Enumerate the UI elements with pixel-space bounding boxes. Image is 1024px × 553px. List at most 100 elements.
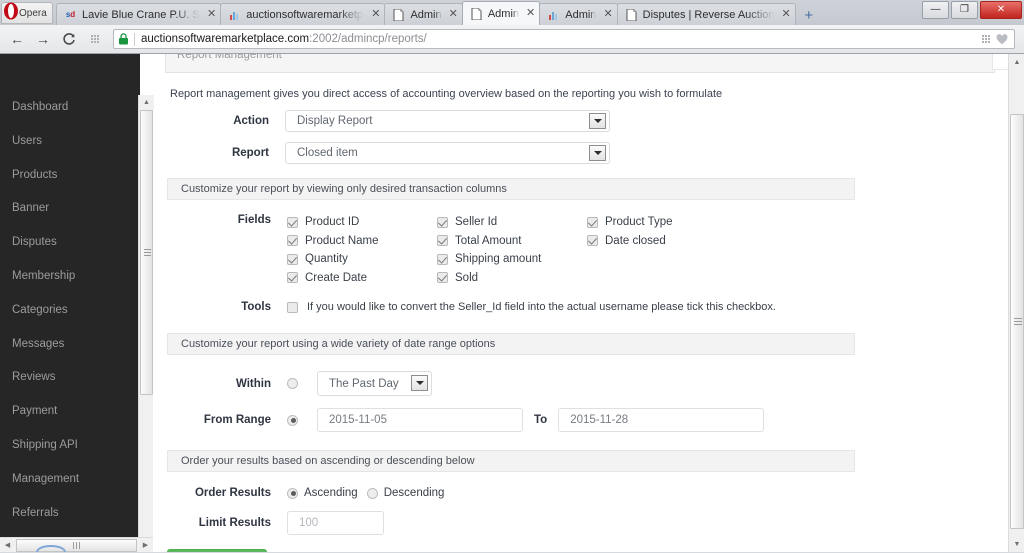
sidebar-item-disputes[interactable]: Disputes xyxy=(0,226,140,260)
sidebar-item-management[interactable]: Management xyxy=(0,463,140,497)
checkbox-date-closed[interactable] xyxy=(587,235,598,246)
radio-descending[interactable] xyxy=(366,487,378,499)
checkbox-product-name[interactable] xyxy=(287,235,298,246)
browser-tab[interactable]: sd Lavie Blue Crane P.U. Sling ✕ xyxy=(56,3,222,25)
chevron-down-icon[interactable] xyxy=(589,145,606,161)
browser-tab[interactable]: auctionsoftwaremarketpla ✕ xyxy=(220,3,386,25)
checkbox-row[interactable]: Quantity xyxy=(287,250,437,268)
sidebar-item-messages[interactable]: Messages xyxy=(0,328,140,362)
from-date-input[interactable]: 2015-11-05 xyxy=(317,408,523,432)
scrollbar-thumb[interactable] xyxy=(140,110,153,395)
browser-tab[interactable]: Admin ✕ xyxy=(539,3,618,25)
checkbox-create-date[interactable] xyxy=(287,272,298,283)
checkbox-row[interactable]: Product Type xyxy=(587,213,737,231)
checkbox-row[interactable]: Date closed xyxy=(587,232,737,250)
browser-tab[interactable]: Disputes | Reverse Auction ✕ xyxy=(616,3,796,25)
minimize-button[interactable]: — xyxy=(922,1,949,19)
sidebar-item-dashboard[interactable]: Dashboard xyxy=(0,91,140,125)
checkbox-row[interactable]: Seller Id xyxy=(437,213,587,231)
scroll-right-icon[interactable]: ▶ xyxy=(138,538,153,553)
sidebar-nav: Dashboard Users Products Banner Disputes… xyxy=(0,54,140,552)
chart-icon xyxy=(547,8,560,21)
tab-title: Admin xyxy=(410,8,442,21)
sidebar-item-shipping-api[interactable]: Shipping API xyxy=(0,429,140,463)
window-controls: — ❐ ✕ xyxy=(922,1,1022,19)
close-icon[interactable]: ✕ xyxy=(449,9,458,20)
maximize-button[interactable]: ❐ xyxy=(951,1,978,19)
speed-dial-icon[interactable] xyxy=(84,28,106,50)
chevron-down-icon[interactable] xyxy=(411,375,428,391)
action-select[interactable]: Display Report xyxy=(285,110,610,132)
sidebar-scrollbar[interactable]: ▲ ▼ xyxy=(138,95,154,552)
sidebar-item-users[interactable]: Users xyxy=(0,125,140,159)
scroll-up-icon[interactable]: ▲ xyxy=(1009,54,1024,70)
heart-icon[interactable] xyxy=(996,33,1008,45)
close-icon[interactable]: ✕ xyxy=(526,8,535,19)
order-results-label: Order Results xyxy=(194,487,271,499)
checkbox-seller-id[interactable] xyxy=(437,216,448,228)
ascending-label: Ascending xyxy=(304,487,358,499)
radio-ascending[interactable] xyxy=(287,487,298,499)
radio-from-range[interactable] xyxy=(287,414,298,426)
sidebar-item-membership[interactable]: Membership xyxy=(0,260,140,294)
sidebar-scroll-area: Dashboard Users Products Banner Disputes… xyxy=(0,54,140,552)
browser-tab[interactable]: Admin ✕ xyxy=(384,3,463,25)
checkbox-sold[interactable] xyxy=(437,272,448,283)
checkbox-total-amount[interactable] xyxy=(437,235,448,246)
report-select[interactable]: Closed item xyxy=(285,142,610,164)
within-label: Within xyxy=(235,377,271,390)
chevron-down-icon[interactable] xyxy=(589,113,606,129)
checkbox-product-type[interactable] xyxy=(587,216,598,228)
tab-title: Admin xyxy=(565,8,597,21)
lock-icon xyxy=(119,33,128,45)
checkbox-row[interactable]: Sold xyxy=(437,269,587,287)
limit-results-input[interactable]: 100 xyxy=(287,511,384,535)
scrollbar-thumb[interactable] xyxy=(1010,114,1024,529)
checkbox-product-id[interactable] xyxy=(287,216,298,228)
horizontal-scrollbar[interactable]: ◀ ▶ xyxy=(0,537,153,552)
scroll-left-icon[interactable]: ◀ xyxy=(0,538,15,553)
checkbox-row[interactable]: Product ID xyxy=(287,213,437,231)
reload-icon[interactable] xyxy=(58,28,80,50)
date-section-header: Customize your report using a wide varie… xyxy=(167,333,855,355)
checkbox-label: Shipping amount xyxy=(455,253,542,265)
grid-icon[interactable] xyxy=(982,34,991,44)
hscrollbar-thumb[interactable] xyxy=(16,538,137,552)
checkbox-quantity[interactable] xyxy=(287,253,298,265)
new-tab-button[interactable]: + xyxy=(798,5,820,25)
sidebar-item-payment[interactable]: Payment xyxy=(0,395,140,429)
sidebar-item-categories[interactable]: Categories xyxy=(0,294,140,328)
back-icon[interactable]: ← xyxy=(6,28,28,50)
close-icon[interactable]: ✕ xyxy=(782,9,791,20)
action-row: Action Display Report xyxy=(165,110,995,132)
close-icon[interactable]: ✕ xyxy=(371,9,380,20)
sidebar-item-products[interactable]: Products xyxy=(0,159,140,193)
checkbox-row[interactable]: Total Amount xyxy=(437,232,587,250)
scroll-up-icon[interactable]: ▲ xyxy=(139,95,154,110)
create-report-button[interactable]: Create Report xyxy=(167,549,268,552)
divider xyxy=(134,32,135,46)
checkbox-convert-seller-id[interactable] xyxy=(287,301,298,313)
omnibox-icons xyxy=(982,33,1010,45)
close-icon[interactable]: ✕ xyxy=(207,9,216,20)
checkbox-shipping-amount[interactable] xyxy=(437,253,448,265)
checkbox-row[interactable]: Create Date xyxy=(287,269,437,287)
close-icon[interactable]: ✕ xyxy=(603,9,612,20)
address-bar[interactable]: auctionsoftwaremarketplace.com :2002/adm… xyxy=(113,29,1015,49)
forward-icon[interactable]: → xyxy=(32,28,54,50)
sidebar-item-referrals[interactable]: Referrals xyxy=(0,497,140,531)
fields-column-3: Product Type Date closed xyxy=(587,213,737,287)
fields-group: Fields Product ID Product Name Quantity … xyxy=(165,213,995,287)
browser-tab-active[interactable]: Admin ✕ xyxy=(461,1,541,25)
to-date-input[interactable]: 2015-11-28 xyxy=(558,408,765,432)
sidebar-item-reviews[interactable]: Reviews xyxy=(0,361,140,395)
radio-within[interactable] xyxy=(287,378,298,389)
close-window-button[interactable]: ✕ xyxy=(980,1,1022,19)
opera-menu-button[interactable]: Opera xyxy=(1,2,53,24)
within-select[interactable]: The Past Day xyxy=(317,371,432,396)
checkbox-row[interactable]: Shipping amount xyxy=(437,250,587,268)
page-scrollbar[interactable]: ▲ ▼ xyxy=(1008,54,1024,552)
checkbox-row[interactable]: Product Name xyxy=(287,232,437,250)
scroll-down-icon[interactable]: ▼ xyxy=(1009,536,1024,552)
sidebar-item-banner[interactable]: Banner xyxy=(0,192,140,226)
